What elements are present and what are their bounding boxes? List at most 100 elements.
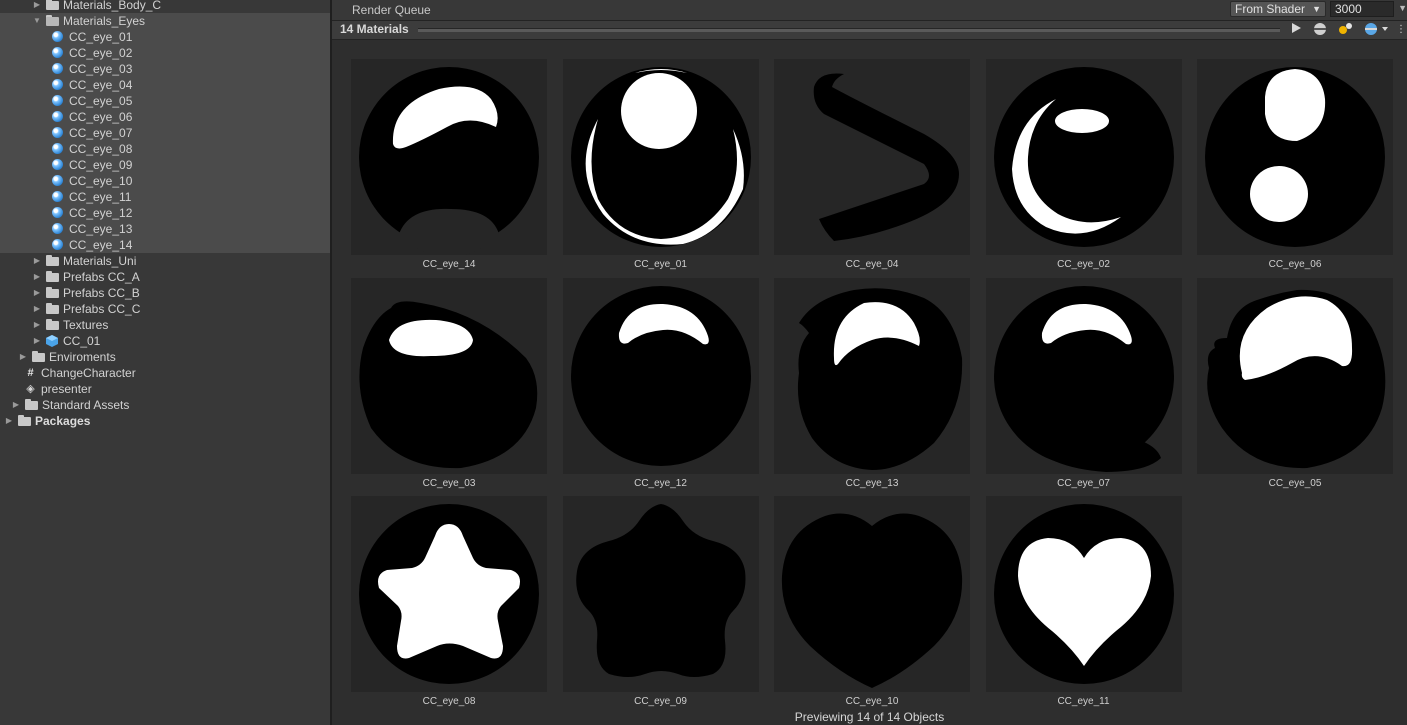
tree-item[interactable]: ▶ Enviroments (0, 349, 330, 365)
tree-item[interactable]: CC_eye_14 (0, 237, 330, 253)
chevron-right-icon[interactable]: ▶ (32, 0, 42, 13)
tree-item[interactable]: CC_eye_04 (0, 77, 330, 93)
material-preview-tile[interactable] (562, 59, 759, 255)
material-preview-image (359, 300, 538, 468)
tree-item[interactable]: CC_eye_08 (0, 141, 330, 157)
tree-item-label: CC_eye_07 (69, 126, 133, 140)
tree-item[interactable]: CC_eye_13 (0, 221, 330, 237)
folder-icon (18, 415, 31, 427)
tree-item-label: CC_eye_13 (69, 222, 133, 236)
chevron-down-icon[interactable]: ▼ (1398, 3, 1407, 13)
folder-icon (32, 351, 45, 363)
tree-item[interactable]: CC_eye_10 (0, 173, 330, 189)
material-preview-label: CC_eye_06 (1268, 259, 1322, 270)
tree-item[interactable]: ▶ Packages (0, 413, 330, 429)
render-queue-value-field[interactable]: 3000 (1330, 1, 1394, 17)
tree-item[interactable]: CC_eye_01 (0, 29, 330, 45)
script-icon: # (27, 367, 34, 379)
material-preview-tile[interactable] (774, 59, 970, 255)
tree-item-label: CC_eye_05 (69, 94, 133, 108)
preview-resize-slider[interactable] (418, 28, 1280, 32)
tree-item[interactable]: CC_eye_02 (0, 45, 330, 61)
chevron-down-icon[interactable]: ▼ (32, 13, 42, 29)
folder-icon (46, 255, 59, 267)
sphere-icon[interactable] (1310, 22, 1330, 38)
tree-item[interactable]: CC_eye_05 (0, 93, 330, 109)
material-preview-tile[interactable] (985, 277, 1182, 474)
environment-icon[interactable] (1362, 22, 1392, 38)
material-preview-label: CC_eye_13 (845, 477, 899, 489)
chevron-right-icon[interactable]: ▶ (32, 285, 42, 301)
tree-item-label: Prefabs CC_A (63, 270, 140, 284)
tree-item[interactable]: CC_eye_03 (0, 61, 330, 77)
tree-item-label: CC_eye_08 (69, 142, 133, 156)
material-preview-tile[interactable] (1197, 277, 1393, 474)
chevron-right-icon[interactable]: ▶ (32, 301, 42, 317)
prefab-icon (46, 335, 58, 347)
folder-icon (46, 0, 59, 11)
tree-item[interactable]: ▶ CC_01 (0, 333, 330, 349)
chevron-right-icon[interactable]: ▶ (4, 413, 14, 429)
material-preview-tile[interactable] (351, 496, 547, 692)
material-preview-tile[interactable] (351, 59, 547, 255)
tree-item-label: CC_eye_03 (69, 62, 133, 76)
chevron-right-icon[interactable]: ▶ (32, 253, 42, 269)
tree-item[interactable]: ▶ Prefabs CC_C (0, 301, 330, 317)
material-preview-tile[interactable] (562, 277, 759, 474)
light-icon[interactable] (1335, 22, 1355, 38)
tree-item[interactable]: ▶ Prefabs CC_A (0, 269, 330, 285)
material-preview-tile[interactable] (774, 496, 970, 692)
tree-item[interactable]: CC_eye_11 (0, 189, 330, 205)
material-icon (52, 207, 63, 218)
tree-item-label: CC_eye_11 (69, 190, 132, 204)
material-preview-tile[interactable] (774, 277, 970, 474)
render-queue-mode-dropdown[interactable]: From Shader ▼ (1230, 1, 1326, 17)
material-preview-tile[interactable] (1197, 59, 1393, 255)
tree-item[interactable]: ▶ Textures (0, 317, 330, 333)
material-preview-tile[interactable] (351, 277, 547, 474)
material-preview-image (575, 504, 745, 677)
tree-item[interactable]: ▶ Prefabs CC_B (0, 285, 330, 301)
material-icon (52, 159, 63, 170)
chevron-right-icon[interactable]: ▶ (32, 269, 42, 285)
material-inspector: Render Queue From Shader ▼ 3000 ▼ 14 Mat… (332, 0, 1407, 725)
tree-item[interactable]: ▶ Materials_Body_C (0, 0, 330, 13)
material-icon (52, 127, 63, 138)
material-preview-label: CC_eye_03 (422, 477, 476, 489)
folder-icon (46, 287, 59, 299)
tree-item-label: CC_eye_04 (69, 78, 133, 92)
material-preview-image (359, 504, 539, 684)
material-preview-tile[interactable] (985, 496, 1182, 692)
tree-item[interactable]: # ChangeCharacter (0, 365, 330, 381)
tree-item-label: Materials_Body_C (63, 0, 162, 12)
folder-open-icon (46, 15, 59, 27)
preview-footer: Previewing 14 of 14 Objects (794, 710, 945, 724)
material-preview-tile[interactable] (985, 59, 1182, 255)
play-icon[interactable] (1286, 22, 1306, 38)
material-preview-image (797, 287, 963, 470)
tree-item[interactable]: ◈ presenter (0, 381, 330, 397)
chevron-right-icon[interactable]: ▶ (18, 349, 28, 365)
tree-item[interactable]: ▼ Materials_Eyes (0, 13, 330, 29)
chevron-right-icon[interactable]: ▶ (32, 317, 42, 333)
tree-item[interactable]: CC_eye_07 (0, 125, 330, 141)
material-preview-image (993, 285, 1174, 472)
material-preview-tile[interactable] (562, 496, 759, 692)
tree-item-label: CC_eye_09 (69, 158, 133, 172)
chevron-right-icon[interactable]: ▶ (32, 333, 42, 349)
tree-item[interactable]: ▶ Standard Assets (0, 397, 330, 413)
tree-item[interactable]: CC_eye_09 (0, 157, 330, 173)
chevron-right-icon[interactable]: ▶ (11, 397, 21, 413)
tree-item[interactable]: CC_eye_12 (0, 205, 330, 221)
tree-item-label: CC_eye_10 (69, 174, 133, 188)
material-preview-label: CC_eye_12 (634, 477, 687, 489)
tree-item[interactable]: CC_eye_06 (0, 109, 330, 125)
folder-icon (46, 319, 59, 331)
tree-item-label: CC_eye_14 (69, 238, 133, 252)
material-icon (52, 143, 63, 154)
material-icon (52, 95, 63, 106)
kebab-menu-icon[interactable]: ⋮ (1396, 22, 1406, 38)
tree-item[interactable]: ▶ Materials_Uni (0, 253, 330, 269)
material-preview-image (359, 67, 539, 255)
material-preview-image (993, 67, 1174, 247)
